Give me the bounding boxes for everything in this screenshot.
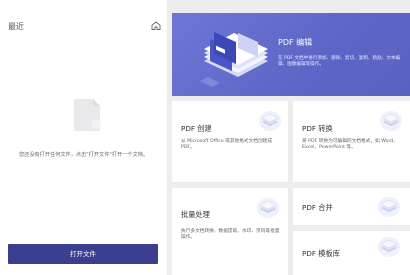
pdf-create-title: PDF 创建 (181, 124, 212, 133)
pdf-create-card[interactable]: PDF 创建 从 Microsoft Office 或其他格式文档创建成 PDF… (172, 101, 288, 182)
stacked-pages-icon (257, 198, 279, 218)
pdf-merge-title: PDF 合并 (302, 203, 333, 212)
stacked-pages-icon (378, 197, 400, 217)
stacked-pages-icon (380, 111, 402, 131)
recent-panel: 最近 您还没有打开任何文件，点击"打开文件"打开一个文档。 打开文件 (0, 0, 167, 275)
home-icon[interactable] (151, 21, 161, 30)
pdf-merge-card[interactable]: PDF 合并 (293, 188, 410, 225)
batch-processing-card[interactable]: 批量处理 执行多文档转换、数据提取、水印、页码等批量操作。 (172, 188, 288, 275)
recent-title: 最近 (8, 22, 24, 31)
stacked-pages-icon (378, 237, 400, 257)
batch-processing-description: 执行多文档转换、数据提取、水印、页码等批量操作。 (181, 229, 280, 241)
pdf-stack-illustration (200, 32, 268, 87)
batch-processing-title: 批量处理 (181, 210, 210, 219)
pdf-edit-card[interactable]: PDF 编辑 在 PDF 文档中进行添加、删除、剪切、复制、粘贴、文本编辑、图像… (172, 13, 410, 96)
pdf-edit-description: 在 PDF 文档中进行添加、删除、剪切、复制、粘贴、文本编辑、图像编辑等操作。 (278, 56, 401, 68)
stacked-pages-icon (259, 111, 281, 131)
pdf-convert-description: 将 PDF 转换为可编辑的文档格式，如 Word、Excel、PowerPoin… (302, 139, 398, 151)
pdf-create-description: 从 Microsoft Office 或其他格式文档创建成 PDF。 (181, 139, 273, 151)
pdf-convert-title: PDF 转换 (302, 124, 333, 133)
open-file-button[interactable]: 打开文件 (8, 244, 158, 264)
pdf-convert-card[interactable]: PDF 转换 将 PDF 转换为可编辑的文档格式，如 Word、Excel、Po… (293, 101, 410, 182)
document-icon (74, 99, 101, 131)
empty-state-text: 您还没有打开任何文件，点击"打开文件"打开一个文档。 (18, 152, 149, 158)
pdf-edit-title: PDF 编辑 (278, 38, 313, 47)
pdf-template-library-title: PDF 模板库 (302, 249, 340, 258)
pdf-template-library-card[interactable]: PDF 模板库 (293, 231, 410, 275)
